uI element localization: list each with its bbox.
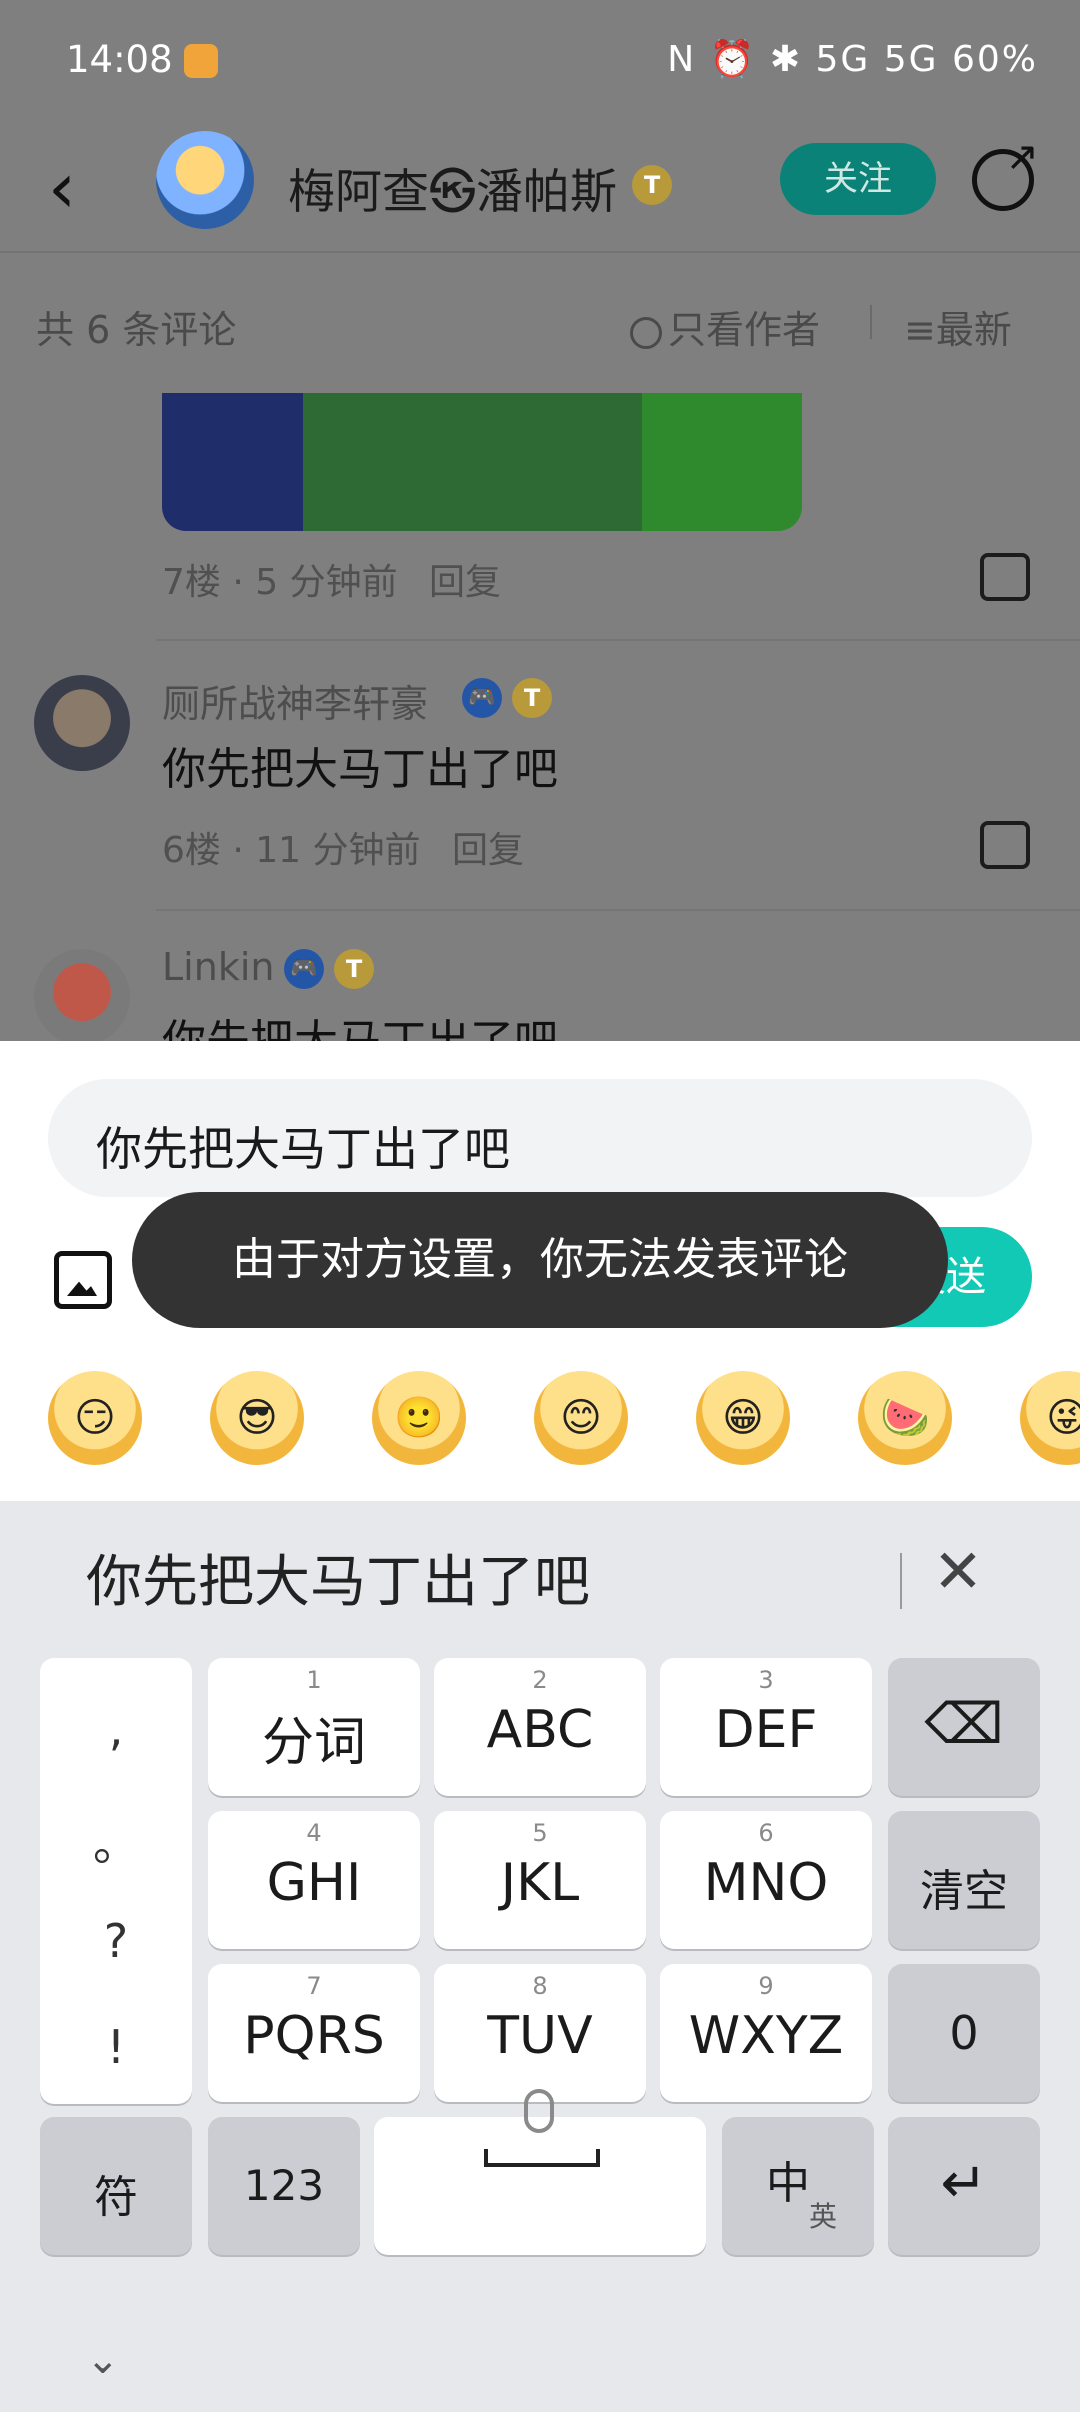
punct-period[interactable]: 。 <box>40 1808 192 1874</box>
language-switch-key[interactable]: 中 英 <box>722 2117 874 2255</box>
enter-icon: ↵ <box>940 2151 988 2216</box>
status-system-icons: N ⏰ ✱ 5G 5G <box>667 39 939 80</box>
wink-emoji-icon[interactable]: 😜 <box>1020 1371 1080 1465</box>
comment-input[interactable]: 你先把大马丁出了吧 <box>48 1079 1032 1197</box>
author-only-toggle[interactable]: 只看作者 <box>630 299 820 354</box>
battery-percentage: 60% <box>951 39 1038 80</box>
divider <box>900 1553 902 1609</box>
comment-image[interactable] <box>162 393 802 531</box>
status-time: 14:08 <box>66 38 173 81</box>
microphone-icon <box>524 2089 554 2133</box>
smile-emoji-icon[interactable]: 🙂 <box>372 1371 466 1465</box>
level-badge-icon: T <box>632 165 672 205</box>
keyboard: 你先把大马丁出了吧 ✕ , 。 ? ! 1 分词 2 ABC 3 DEF ⌫ 4 GHI… <box>0 1501 1080 2412</box>
watermelon-emoji-icon[interactable]: 🍉 <box>858 1371 952 1465</box>
post-header: ‹ 梅阿查㉿潘帕斯 T 关注 <box>0 125 1080 253</box>
divider <box>156 909 1080 911</box>
toast-message: 由于对方设置，你无法发表评论 <box>132 1192 948 1328</box>
author-only-label: 只看作者 <box>668 308 821 352</box>
key-4[interactable]: 4 GHI <box>208 1811 420 1949</box>
share-icon[interactable] <box>972 134 1039 211</box>
comments-list: 7楼 · 5 分钟前 回复 厕所战神李轩豪 🎮 T 你先把大马丁出了吧 6楼 ·… <box>0 393 1080 1041</box>
emoji-row: 😏 😎 🙂 😊 😁 🍉 😜 <box>0 1371 1080 1481</box>
clear-key[interactable]: 清空 <box>888 1811 1040 1949</box>
image-icon[interactable] <box>54 1251 112 1309</box>
symbol-key[interactable]: 符 <box>40 2117 192 2255</box>
author-name[interactable]: 梅阿查㉿潘帕斯 <box>288 153 617 222</box>
grin-emoji-icon[interactable]: 😁 <box>696 1371 790 1465</box>
comment-count: 共 6 条评论 <box>36 308 237 352</box>
gamepad-badge-icon: 🎮 <box>462 678 502 718</box>
key-0[interactable]: 0 <box>888 1964 1040 2102</box>
key-5[interactable]: 5 JKL <box>434 1811 646 1949</box>
key-2[interactable]: 2 ABC <box>434 1658 646 1796</box>
key-7[interactable]: 7 PQRS <box>208 1964 420 2102</box>
thumbs-up-icon[interactable] <box>980 553 1030 601</box>
punct-exclaim[interactable]: ! <box>40 2020 192 2074</box>
chevron-down-icon[interactable]: ⌄ <box>86 2337 120 2383</box>
divider <box>870 305 872 339</box>
key-6[interactable]: 6 MNO <box>660 1811 872 1949</box>
blush-emoji-icon[interactable]: 😊 <box>534 1371 628 1465</box>
backspace-icon: ⌫ <box>924 1692 1004 1757</box>
back-icon[interactable]: ‹ <box>48 153 108 223</box>
level-badge-icon: T <box>512 678 552 718</box>
sort-icon: ≡ <box>904 308 936 352</box>
commenter-avatar[interactable] <box>34 949 130 1041</box>
key-8[interactable]: 8 TUV <box>434 1964 646 2102</box>
smirk-emoji-icon[interactable]: 😏 <box>48 1371 142 1465</box>
reply-button[interactable]: 回复 <box>452 830 524 871</box>
comment-meta: 7楼 · 5 分钟前 回复 <box>162 553 501 605</box>
sort-label: 最新 <box>935 308 1012 352</box>
radio-icon <box>630 316 662 349</box>
status-icons: N ⏰ ✱ 5G 5G 60% <box>667 38 1038 80</box>
divider <box>156 639 1080 641</box>
space-bar-icon <box>484 2149 600 2167</box>
thumbs-up-icon[interactable] <box>980 821 1030 869</box>
follow-button[interactable]: 关注 <box>780 143 936 215</box>
comment-input-text: 你先把大马丁出了吧 <box>96 1122 510 1176</box>
backspace-key[interactable]: ⌫ <box>888 1658 1040 1796</box>
candidate-text[interactable]: 你先把大马丁出了吧 <box>86 1537 590 1618</box>
comment-meta: 6楼 · 11 分钟前 回复 <box>162 821 524 873</box>
comment-text: 你先把大马丁出了吧 <box>162 1005 558 1041</box>
punct-question[interactable]: ? <box>40 1914 192 1968</box>
app-notification-icon <box>184 44 218 78</box>
gamepad-badge-icon: 🎮 <box>284 949 324 989</box>
punctuation-column[interactable]: , 。 ? ! <box>40 1658 192 2104</box>
comment-text: 你先把大马丁出了吧 <box>162 744 558 795</box>
status-bar: 14:08 N ⏰ ✱ 5G 5G 60% <box>0 0 1080 125</box>
commenter-avatar[interactable] <box>34 675 130 771</box>
enter-key[interactable]: ↵ <box>888 2117 1040 2255</box>
floor-time: 7楼 · 5 分钟前 <box>162 562 398 603</box>
punct-comma[interactable]: , <box>40 1702 192 1756</box>
sunglasses-emoji-icon[interactable]: 😎 <box>210 1371 304 1465</box>
reply-button[interactable]: 回复 <box>429 562 501 603</box>
number-mode-key[interactable]: 123 <box>208 2117 360 2255</box>
key-9[interactable]: 9 WXYZ <box>660 1964 872 2102</box>
commenter-name[interactable]: Linkin <box>162 945 274 989</box>
close-icon[interactable]: ✕ <box>928 1537 988 1607</box>
sort-newest-button[interactable]: ≡最新 <box>904 299 1012 354</box>
key-1[interactable]: 1 分词 <box>208 1658 420 1796</box>
comment-input-panel: 你先把大马丁出了吧 发送 由于对方设置，你无法发表评论 😏 😎 🙂 😊 😁 🍉 … <box>0 1041 1080 1501</box>
author-avatar[interactable] <box>156 131 254 229</box>
space-key[interactable] <box>374 2117 706 2255</box>
comment-filter-bar: 共 6 条评论 只看作者 ≡最新 <box>0 253 1080 393</box>
level-badge-icon: T <box>334 949 374 989</box>
commenter-name[interactable]: 厕所战神李轩豪 <box>162 673 428 728</box>
floor-time: 6楼 · 11 分钟前 <box>162 830 421 871</box>
key-3[interactable]: 3 DEF <box>660 1658 872 1796</box>
